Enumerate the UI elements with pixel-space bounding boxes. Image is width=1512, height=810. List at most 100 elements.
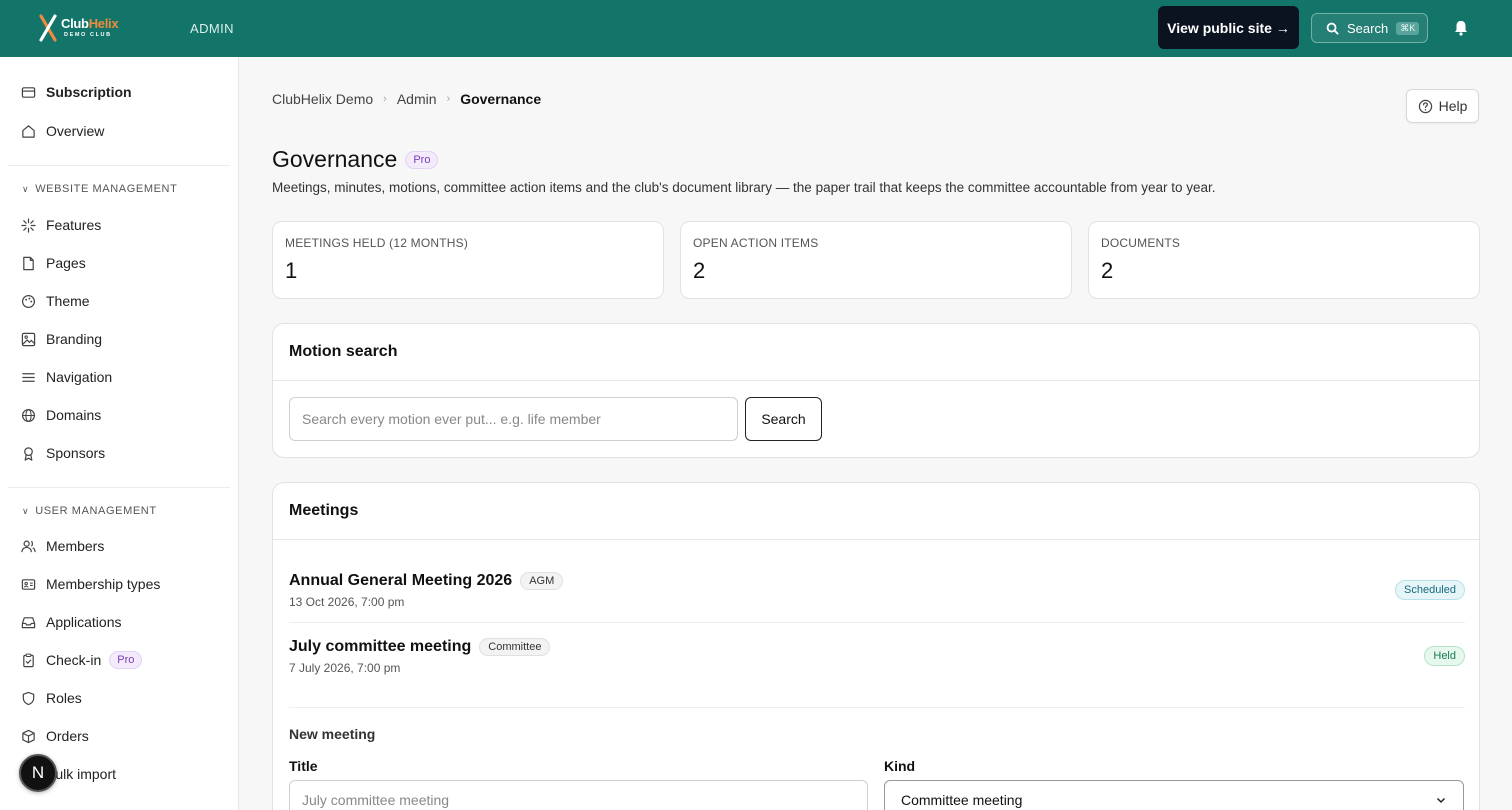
sidebar-item-features[interactable]: Features	[20, 214, 101, 236]
help-circle-icon	[1418, 99, 1432, 113]
sidebar-item-label: Applications	[46, 614, 122, 630]
stat-value: 2	[1101, 258, 1114, 283]
user-management-section[interactable]: ∨ USER MANAGEMENT	[22, 505, 157, 517]
help-button[interactable]: Help	[1406, 89, 1479, 123]
page-title-text: Governance	[272, 146, 398, 172]
section-label: WEBSITE MANAGEMENT	[35, 183, 178, 195]
sidebar-item-sponsors[interactable]: Sponsors	[20, 442, 105, 464]
breadcrumb: ClubHelix Demo › Admin › Governance	[272, 91, 541, 107]
sidebar-item-label: Branding	[46, 331, 103, 347]
pro-badge: Pro	[109, 651, 143, 669]
motion-search-card: Motion search Search	[272, 323, 1480, 458]
meeting-row[interactable]: July committee meeting Committee 7 July …	[289, 638, 1465, 678]
sidebar-item-label: Membership types	[46, 576, 161, 592]
sidebar-item-members[interactable]: Members	[20, 535, 104, 557]
stat-value: 1	[285, 258, 298, 283]
sidebar-item-label: Pages	[46, 255, 86, 271]
meeting-row[interactable]: Annual General Meeting 2026 AGM 13 Oct 2…	[289, 572, 1465, 612]
meetings-card: Meetings Annual General Meeting 2026 AGM…	[272, 482, 1480, 810]
new-meeting-heading: New meeting	[289, 726, 376, 742]
page-description: Meetings, minutes, motions, committee ac…	[272, 180, 1216, 195]
sidebar-item-theme[interactable]: Theme	[20, 290, 90, 312]
sidebar-item-label: Orders	[46, 728, 89, 744]
sidebar-item-pages[interactable]: Pages	[20, 252, 86, 274]
palette-icon	[20, 293, 36, 309]
award-icon	[20, 445, 36, 461]
sidebar-item-label: Features	[46, 217, 102, 233]
page-title: Governance Pro	[272, 146, 439, 173]
chevron-right-icon: ›	[383, 93, 387, 105]
card-icon	[20, 84, 36, 100]
stat-label: OPEN ACTION ITEMS	[693, 236, 819, 250]
sparkle-icon	[20, 217, 36, 233]
logo-subtitle: DEMO CLUB	[64, 32, 112, 38]
search-icon	[1326, 22, 1339, 35]
motion-search-input[interactable]	[289, 397, 738, 441]
file-icon	[20, 255, 36, 271]
clubhelix-logo[interactable]: ClubHelix DEMO CLUB	[38, 14, 128, 44]
image-icon	[20, 331, 36, 347]
breadcrumb-link-home[interactable]: ClubHelix Demo	[272, 91, 373, 107]
card-title: Motion search	[273, 324, 1479, 381]
search-label: Search	[1347, 20, 1389, 36]
chevron-right-icon: ›	[446, 93, 451, 105]
meeting-kind-badge: AGM	[520, 572, 564, 590]
sidebar-item-label: Theme	[46, 293, 90, 309]
meeting-kind-select[interactable]: Committee meeting	[884, 780, 1464, 810]
meeting-kind-badge: Committee	[479, 638, 551, 656]
status-badge: Held	[1424, 646, 1465, 666]
stat-value: 2	[693, 258, 706, 283]
sidebar-item-check-in[interactable]: Check-in Pro	[20, 649, 143, 671]
dev-tools-avatar[interactable]: N	[19, 754, 57, 792]
title-field-label: Title	[289, 758, 318, 774]
sidebar-item-orders[interactable]: Orders	[20, 725, 89, 747]
card-title: Meetings	[273, 483, 1479, 540]
sidebar-item-membership-types[interactable]: Membership types	[20, 573, 160, 595]
breadcrumb-link-admin[interactable]: Admin	[397, 91, 437, 107]
sidebar-item-overview[interactable]: Overview	[20, 120, 104, 142]
bell-icon[interactable]	[1452, 19, 1470, 37]
stat-card-meetings-held: MEETINGS HELD (12 MONTHS) 1	[272, 221, 664, 299]
menu-icon	[20, 369, 36, 385]
sidebar-item-label: Overview	[46, 123, 105, 139]
sidebar-item-label: Roles	[46, 690, 82, 706]
meeting-title-input[interactable]	[289, 780, 868, 810]
global-search-button[interactable]: Search ⌘K	[1311, 13, 1428, 43]
meeting-date: 13 Oct 2026, 7:00 pm	[289, 595, 405, 609]
view-public-site-button[interactable]: View public site →	[1158, 6, 1299, 49]
id-card-icon	[20, 576, 36, 592]
meeting-title-text: July committee meeting	[289, 638, 472, 655]
logo-wordmark: ClubHelix	[61, 16, 119, 31]
section-label: USER MANAGEMENT	[35, 505, 157, 517]
chevron-down-icon	[1436, 797, 1446, 804]
top-bar: ClubHelix DEMO CLUB ADMIN View public si…	[0, 0, 1512, 57]
motion-search-button[interactable]: Search	[745, 397, 822, 441]
meeting-date: 7 July 2026, 7:00 pm	[289, 661, 401, 675]
sidebar-item-label: Navigation	[46, 369, 113, 385]
website-management-section[interactable]: ∨ WEBSITE MANAGEMENT	[22, 183, 177, 195]
sidebar-item-branding[interactable]: Branding	[20, 328, 102, 350]
meeting-title-text: Annual General Meeting 2026	[289, 572, 513, 589]
sidebar-item-roles[interactable]: Roles	[20, 687, 82, 709]
sidebar-item-label: Check-in	[46, 652, 102, 668]
users-icon	[20, 538, 36, 554]
row-divider	[289, 707, 1465, 708]
sidebar-item-applications[interactable]: Applications	[20, 611, 122, 633]
search-shortcut-badge: ⌘K	[1396, 21, 1420, 35]
pro-badge: Pro	[405, 150, 439, 169]
chevron-down-icon: ∨	[22, 505, 30, 516]
stat-label: DOCUMENTS	[1101, 236, 1181, 250]
home-icon	[20, 123, 36, 139]
sidebar-item-label: Sponsors	[46, 445, 106, 461]
select-value: Committee meeting	[901, 792, 1023, 808]
breadcrumb-current: Governance	[460, 91, 542, 107]
row-divider	[289, 622, 1465, 623]
sidebar-item-navigation[interactable]: Navigation	[20, 366, 112, 388]
status-badge: Scheduled	[1395, 580, 1465, 600]
sidebar-item-subscription[interactable]: Subscription	[20, 81, 132, 103]
sidebar-divider	[8, 487, 230, 488]
admin-label: ADMIN	[190, 21, 234, 36]
meeting-title: Annual General Meeting 2026 AGM	[289, 572, 1465, 590]
sidebar-item-domains[interactable]: Domains	[20, 404, 101, 426]
sidebar: Subscription Overview ∨ WEBSITE MANAGEME…	[0, 57, 239, 810]
